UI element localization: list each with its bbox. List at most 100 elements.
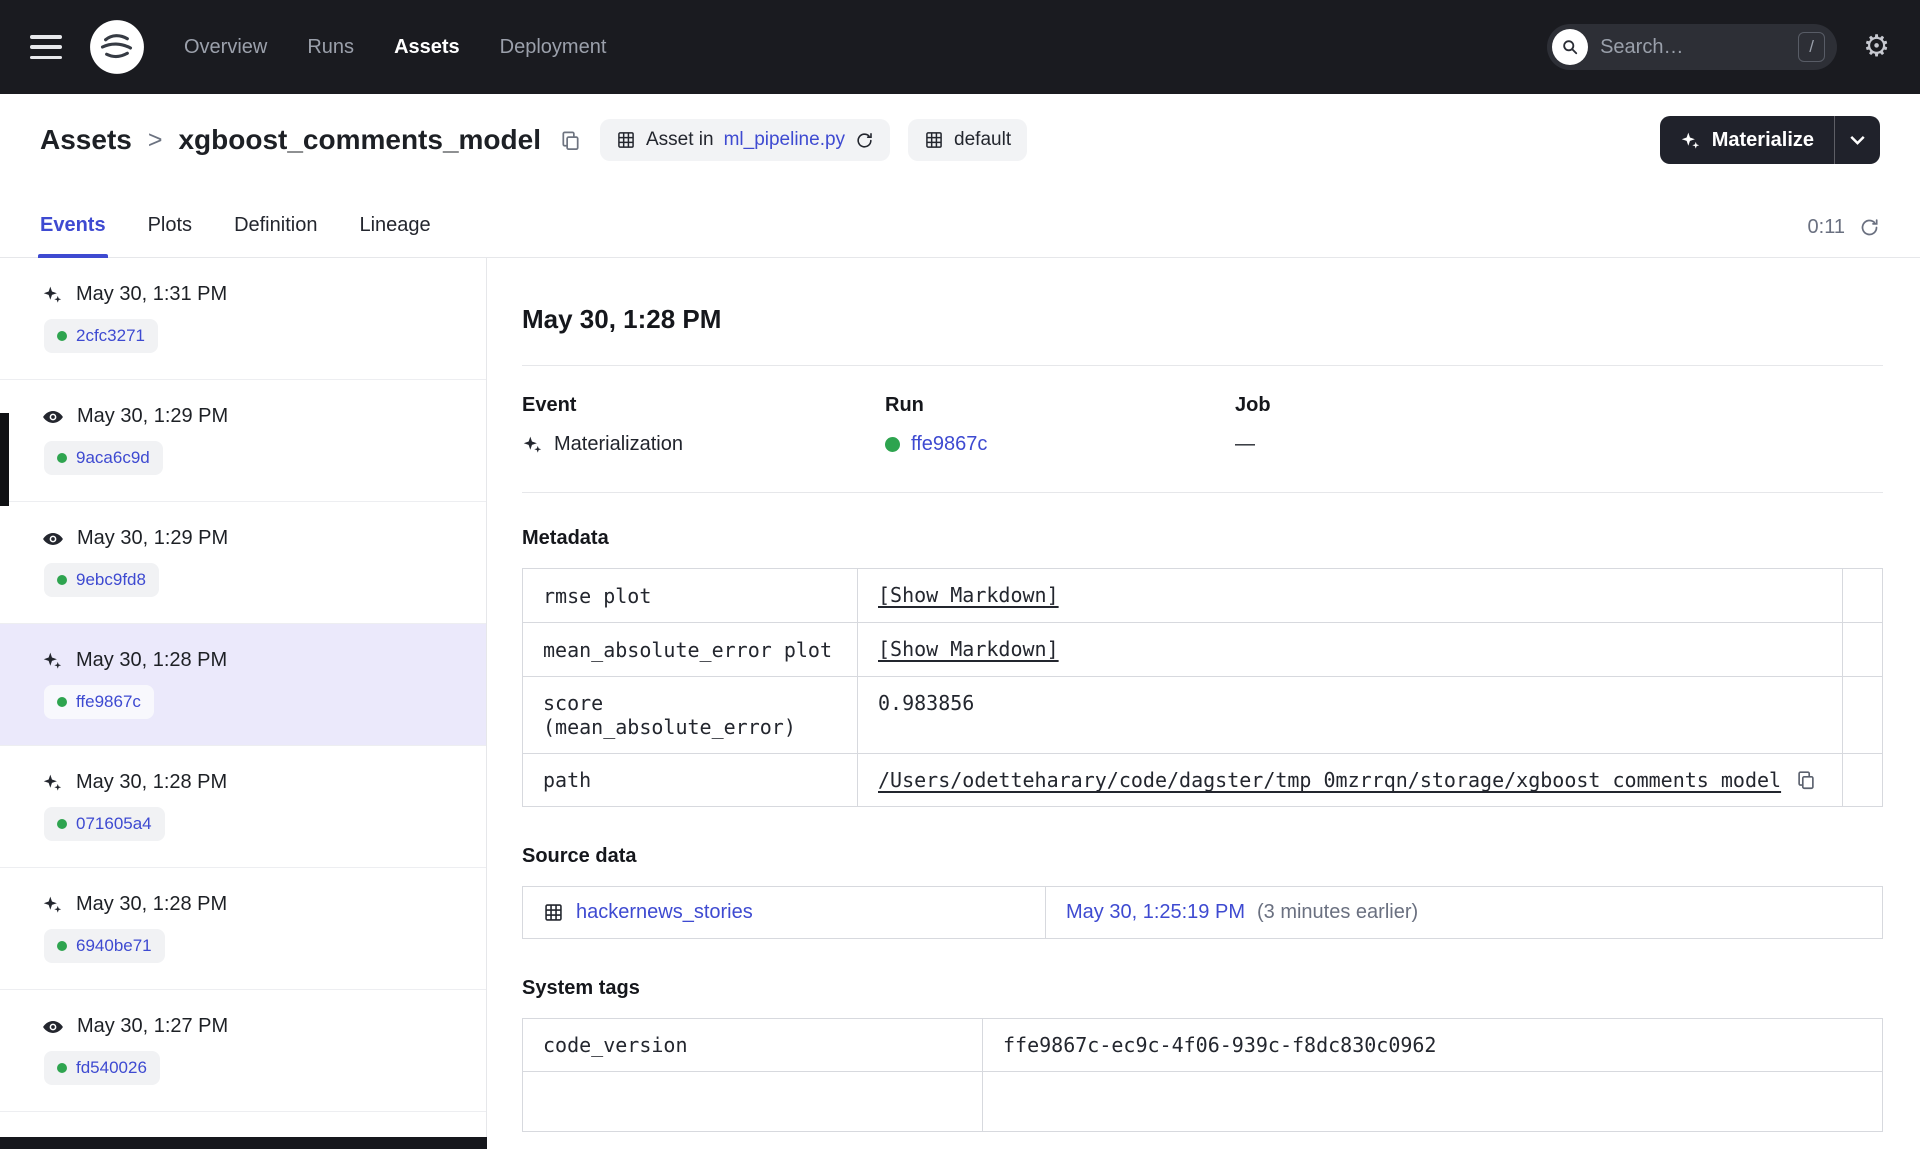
search-shortcut-hint: / (1798, 32, 1826, 62)
run-status-dot (57, 941, 67, 951)
table-row: mean_absolute_error plot [Show Markdown] (522, 622, 1883, 677)
table-row: path /Users/odetteharary/code/dagster/tm… (522, 753, 1883, 807)
show-markdown-link[interactable]: [Show Markdown] (878, 583, 1059, 607)
event-time: May 30, 1:28 PM (76, 771, 228, 793)
source-relative-time: (3 minutes earlier) (1256, 901, 1419, 923)
horizontal-scrollbar[interactable] (0, 1137, 487, 1149)
run-id: 9ebc9fd8 (76, 570, 146, 589)
run-status-dot (57, 1063, 67, 1073)
copy-asset-name-icon[interactable] (559, 129, 582, 152)
list-item[interactable]: May 30, 1:27 PM fd540026 (0, 990, 486, 1112)
reload-definitions-icon[interactable] (855, 131, 874, 150)
list-item[interactable]: May 30, 1:29 PM 9ebc9fd8 (0, 502, 486, 624)
asset-definition-badge[interactable]: Asset in ml_pipeline.py (599, 119, 891, 161)
run-badge[interactable]: 9ebc9fd8 (44, 563, 159, 597)
event-type-value: Materialization (554, 433, 683, 455)
list-item[interactable]: May 30, 1:31 PM 2cfc3271 (0, 258, 486, 380)
table-grid-icon (616, 130, 636, 150)
materialization-icon (42, 772, 63, 793)
hamburger-menu-icon[interactable] (30, 35, 62, 59)
table-row (522, 1071, 1883, 1132)
materialization-icon (42, 650, 63, 671)
asset-group-badge[interactable]: default (908, 119, 1028, 161)
refresh-icon[interactable] (1859, 217, 1880, 238)
gear-icon[interactable]: ⚙ (1863, 32, 1890, 62)
table-row: code_version ffe9867c-ec9c-4f06-939c-f8d… (522, 1018, 1883, 1072)
run-badge[interactable]: 9aca6c9d (44, 441, 163, 475)
dagster-logo-icon[interactable] (88, 18, 146, 76)
nav-runs[interactable]: Runs (307, 36, 354, 59)
primary-nav: Overview Runs Assets Deployment (184, 36, 606, 59)
event-label: Event (522, 394, 577, 416)
materialize-button[interactable]: Materialize (1660, 116, 1834, 164)
run-id: 9aca6c9d (76, 448, 150, 467)
event-detail-panel: May 30, 1:28 PM Event Materialization Ru… (487, 258, 1920, 1149)
metadata-key: mean_absolute_error plot (522, 622, 858, 677)
materialize-split-button: Materialize (1659, 116, 1880, 164)
tab-definition[interactable]: Definition (234, 214, 317, 257)
run-badge[interactable]: fd540026 (44, 1051, 160, 1085)
show-markdown-link[interactable]: [Show Markdown] (878, 637, 1059, 661)
materialization-icon (42, 284, 63, 305)
list-item[interactable]: May 30, 1:29 PM 9aca6c9d (0, 380, 486, 502)
breadcrumb: Assets > xgboost_comments_model (40, 124, 541, 156)
search-icon[interactable] (1552, 29, 1589, 65)
list-item-selected[interactable]: May 30, 1:28 PM ffe9867c (0, 624, 486, 746)
system-tags-table: code_version ffe9867c-ec9c-4f06-939c-f8d… (522, 1018, 1883, 1132)
metadata-key: rmse plot (522, 568, 858, 623)
top-nav: Overview Runs Assets Deployment / ⚙ (0, 0, 1920, 94)
asset-in-label: Asset in (645, 129, 714, 150)
run-status-dot (57, 453, 67, 463)
tab-lineage[interactable]: Lineage (359, 214, 430, 257)
row-action-cell (1842, 568, 1883, 623)
event-title: May 30, 1:28 PM (522, 304, 722, 334)
pipeline-file-link[interactable]: ml_pipeline.py (724, 129, 845, 151)
divider (522, 492, 1883, 493)
chevron-down-icon (1850, 135, 1865, 145)
path-link[interactable]: /Users/odetteharary/code/dagster/tmp_0mz… (878, 768, 1781, 792)
row-action-cell (1842, 753, 1883, 807)
event-list-sidebar: May 30, 1:31 PM 2cfc3271 May 30, 1:29 PM… (0, 258, 487, 1149)
run-id-link[interactable]: ffe9867c (911, 433, 987, 456)
breadcrumb-assets-link[interactable]: Assets (40, 124, 132, 156)
run-badge[interactable]: 6940be71 (44, 929, 165, 963)
run-id: 6940be71 (76, 936, 152, 955)
search-input[interactable] (1600, 35, 1787, 59)
page-header: Assets > xgboost_comments_model Asset in… (0, 94, 1920, 186)
metadata-key: path (522, 753, 858, 807)
run-badge[interactable]: 2cfc3271 (44, 319, 158, 353)
run-badge[interactable]: ffe9867c (44, 685, 154, 719)
nav-assets[interactable]: Assets (394, 36, 460, 59)
table-row: rmse plot [Show Markdown] (522, 568, 1883, 623)
run-badge[interactable]: 071605a4 (44, 807, 165, 841)
tabs-row: Events Plots Definition Lineage 0:11 (0, 186, 1920, 258)
metadata-value: 0.983856 (878, 691, 975, 715)
event-time: May 30, 1:31 PM (76, 283, 228, 305)
tag-value: ffe9867c-ec9c-4f06-939c-f8dc830c0962 (982, 1018, 1883, 1072)
materialize-dropdown-button[interactable] (1834, 116, 1880, 164)
job-column: Job — (1235, 394, 1271, 456)
nav-overview[interactable]: Overview (184, 36, 267, 59)
list-item[interactable]: May 30, 1:28 PM 071605a4 (0, 746, 486, 868)
tab-events[interactable]: Events (38, 214, 108, 258)
copy-path-icon[interactable] (1795, 769, 1817, 791)
observation-icon (42, 1016, 64, 1038)
list-item[interactable]: May 30, 1:28 PM 6940be71 (0, 868, 486, 990)
tabs: Events Plots Definition Lineage (38, 214, 431, 258)
event-summary-row: Event Materialization Run ffe9867c Job — (522, 394, 1883, 456)
run-label: Run (885, 394, 924, 416)
row-action-cell (1842, 676, 1883, 754)
run-status-dot (57, 331, 67, 341)
system-tags-heading: System tags (522, 977, 640, 999)
event-time: May 30, 1:29 PM (77, 405, 229, 427)
source-timestamp-link[interactable]: May 30, 1:25:19 PM (1066, 901, 1245, 924)
page-title: xgboost_comments_model (178, 124, 541, 155)
search-box[interactable]: / (1547, 24, 1838, 70)
run-status-dot (57, 819, 67, 829)
nav-deployment[interactable]: Deployment (500, 36, 607, 59)
tab-plots[interactable]: Plots (148, 214, 192, 257)
row-action-cell (1842, 622, 1883, 677)
materialize-label: Materialize (1711, 128, 1814, 151)
source-asset-link[interactable]: hackernews_stories (576, 901, 753, 924)
vertical-scrollbar-thumb[interactable] (0, 413, 9, 506)
